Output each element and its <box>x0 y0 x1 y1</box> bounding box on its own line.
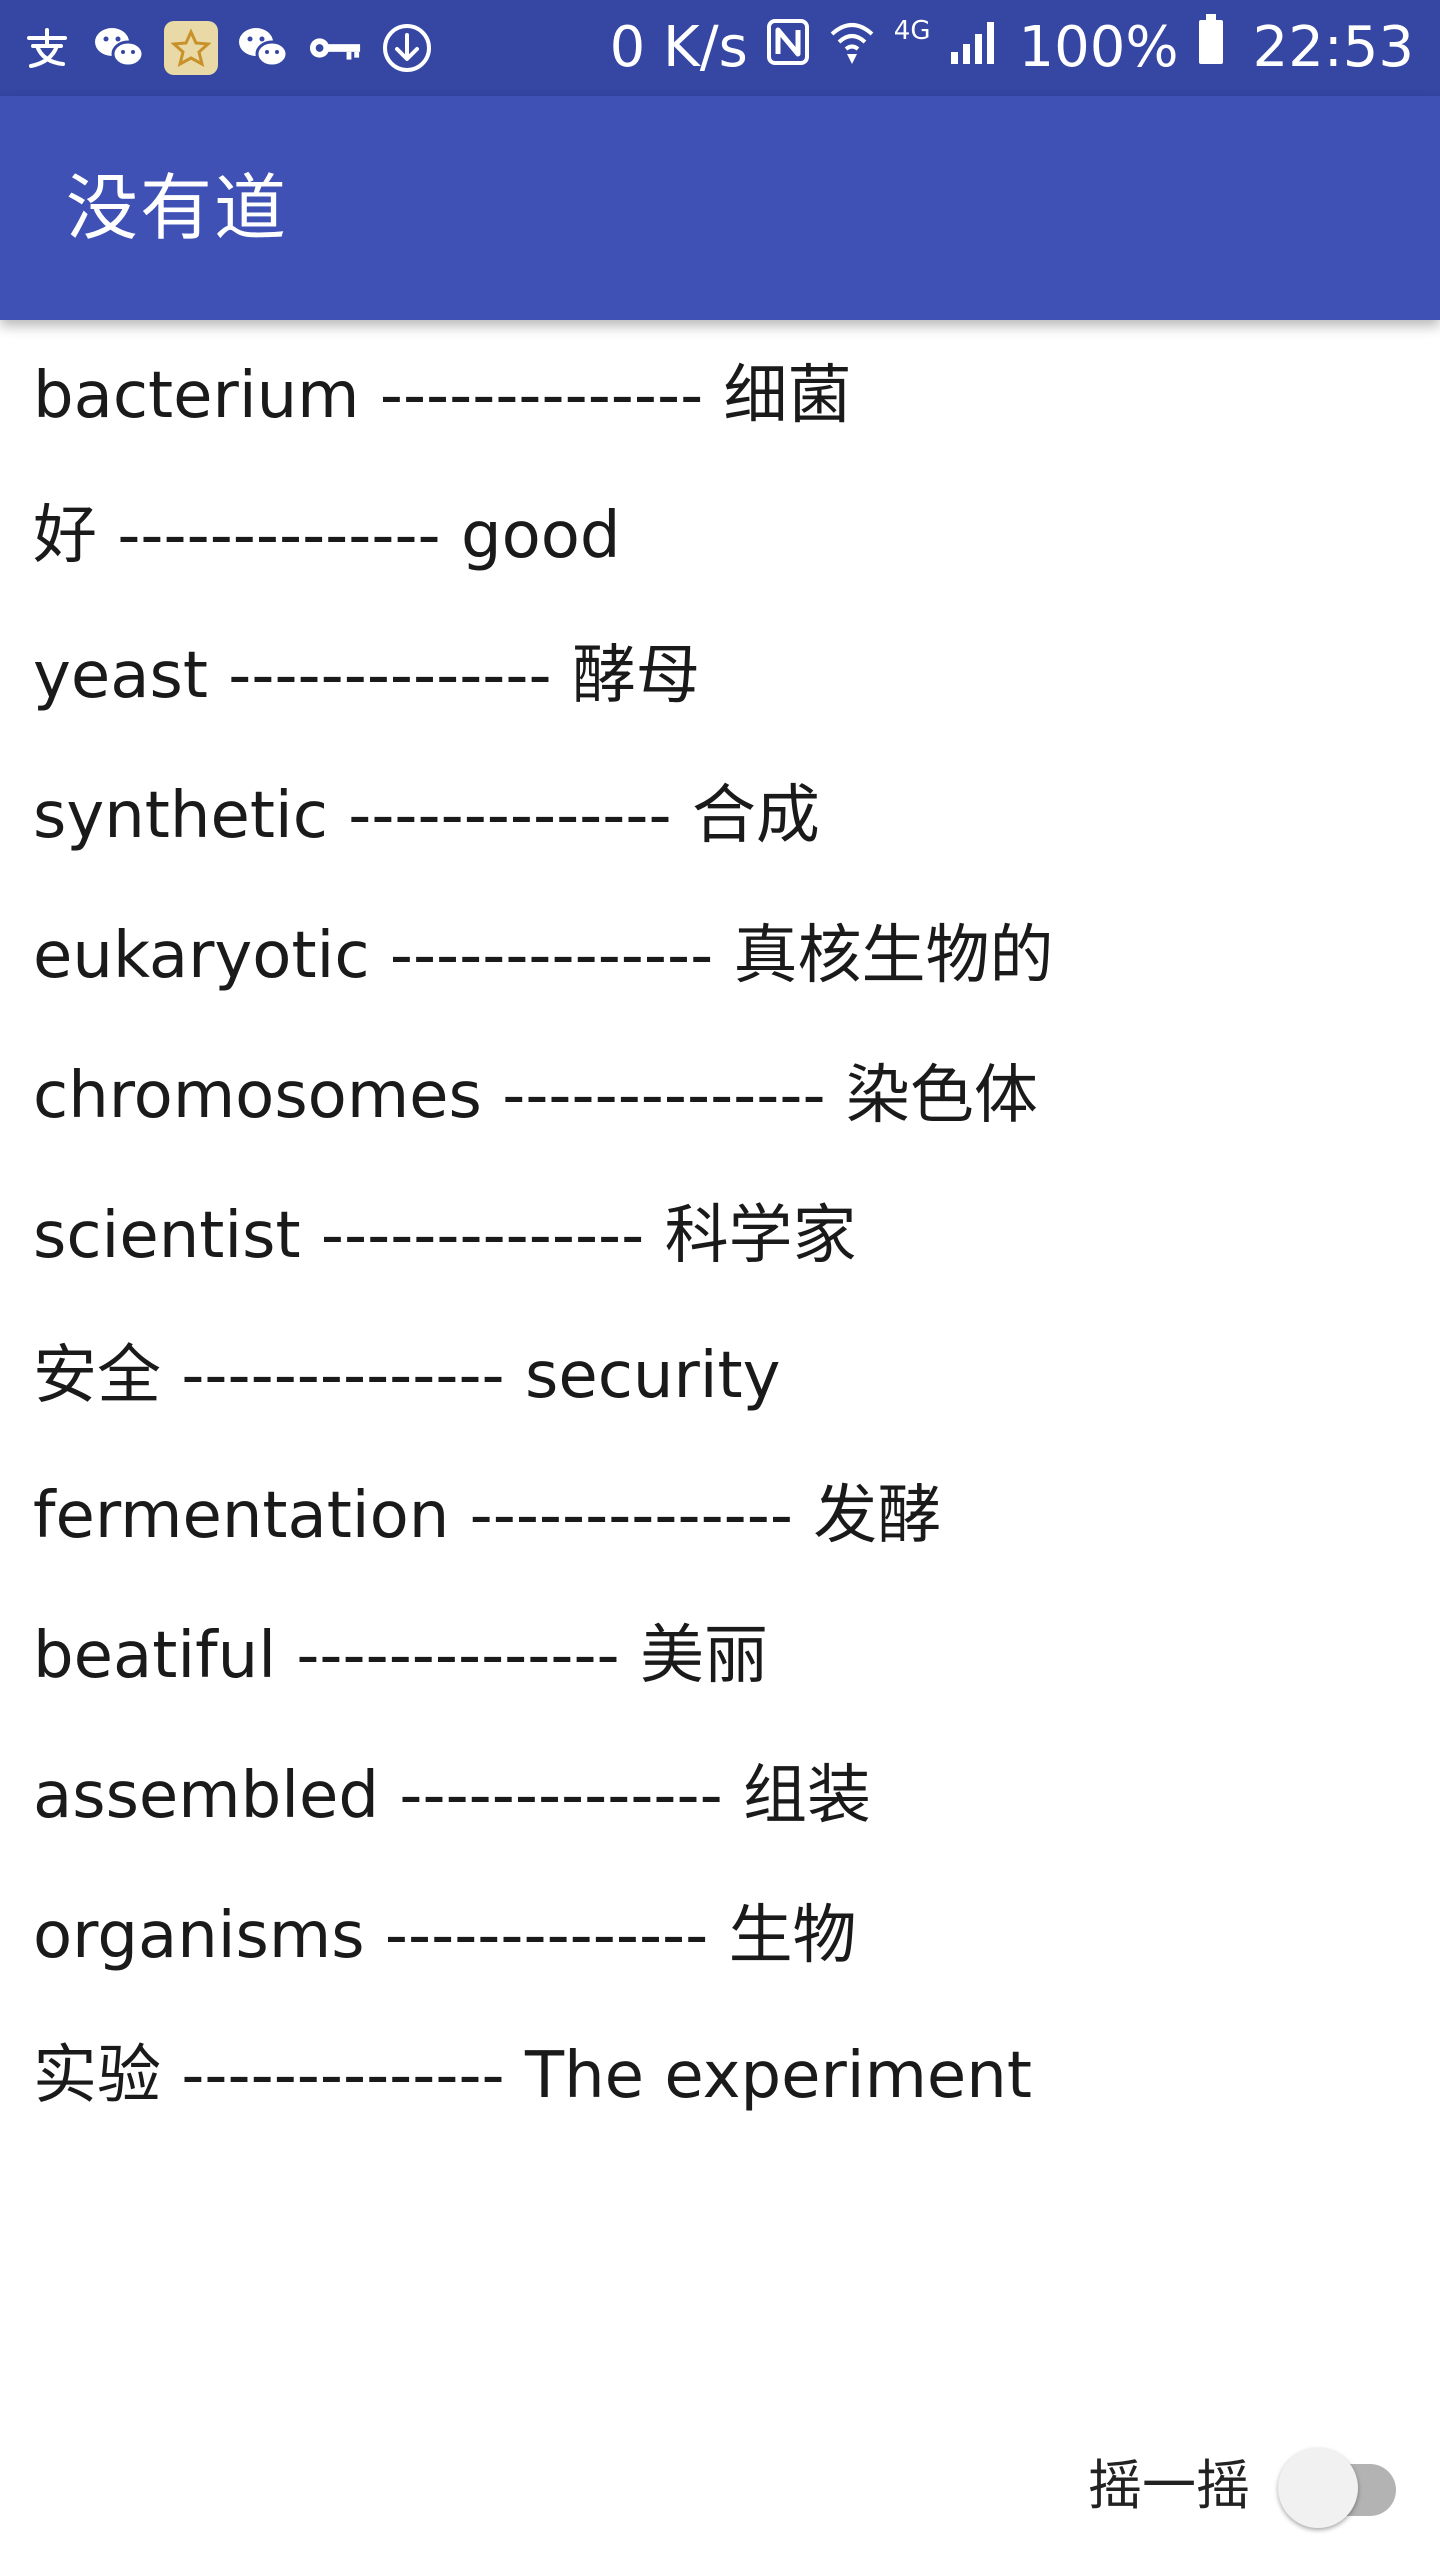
word-pair-text: 安全 -------------- security <box>33 1339 781 1413</box>
word-pair-text: fermentation -------------- 发酵 <box>33 1479 942 1553</box>
list-item[interactable]: 安全 -------------- security <box>0 1300 1440 1440</box>
wechat-icon <box>92 21 146 75</box>
clock: 22:53 <box>1252 15 1414 80</box>
word-list: bacterium -------------- 细菌 好 ----------… <box>0 320 1440 2140</box>
word-pair-text: 好 -------------- good <box>33 499 621 573</box>
word-pair-text: chromosomes -------------- 染色体 <box>33 1059 1038 1133</box>
list-item[interactable]: organisms -------------- 生物 <box>0 1860 1440 2000</box>
system-status: 0 K/s 4G 100% 22:53 <box>610 0 1414 96</box>
word-pair-text: synthetic -------------- 合成 <box>33 779 820 853</box>
shake-label: 摇一摇 <box>1088 2453 1250 2517</box>
word-pair-text: bacterium -------------- 细菌 <box>33 359 852 433</box>
wechat-icon <box>236 21 290 75</box>
switch-thumb[interactable] <box>1278 2448 1358 2528</box>
list-item[interactable]: beatiful -------------- 美丽 <box>0 1580 1440 1720</box>
status-bar: 0 K/s 4G 100% 22:53 <box>0 0 1440 96</box>
battery-percent: 100% <box>1018 15 1179 80</box>
list-item[interactable]: yeast -------------- 酵母 <box>0 600 1440 740</box>
word-pair-text: scientist -------------- 科学家 <box>33 1199 857 1273</box>
list-item[interactable]: 好 -------------- good <box>0 460 1440 600</box>
app-bar: 没有道 <box>0 96 1440 320</box>
word-pair-text: 实验 -------------- The experiment <box>33 2039 1032 2113</box>
signal-icon <box>949 0 1001 96</box>
list-item[interactable]: chromosomes -------------- 染色体 <box>0 1020 1440 1160</box>
word-pair-text: assembled -------------- 组装 <box>33 1759 872 1833</box>
download-icon <box>380 21 434 75</box>
word-pair-text: organisms -------------- 生物 <box>33 1899 857 1973</box>
list-item[interactable]: synthetic -------------- 合成 <box>0 740 1440 880</box>
wifi-icon <box>828 0 876 96</box>
key-icon <box>308 21 362 75</box>
list-item[interactable]: assembled -------------- 组装 <box>0 1720 1440 1860</box>
list-item[interactable]: scientist -------------- 科学家 <box>0 1160 1440 1300</box>
word-pair-text: beatiful -------------- 美丽 <box>33 1619 768 1693</box>
shake-switch[interactable] <box>1270 2440 1400 2528</box>
list-item[interactable]: eukaryotic -------------- 真核生物的 <box>0 880 1440 1020</box>
notification-icons <box>20 0 434 96</box>
list-item[interactable]: 实验 -------------- The experiment <box>0 2000 1440 2140</box>
network-speed: 0 K/s <box>609 15 748 80</box>
star-badge-icon <box>164 21 218 75</box>
battery-icon <box>1197 0 1225 96</box>
word-pair-text: eukaryotic -------------- 真核生物的 <box>33 919 1054 993</box>
nfc-icon <box>766 0 810 96</box>
list-item[interactable]: fermentation -------------- 发酵 <box>0 1440 1440 1580</box>
list-item[interactable]: bacterium -------------- 细菌 <box>0 320 1440 460</box>
app-title: 没有道 <box>66 166 289 250</box>
alipay-icon <box>20 21 74 75</box>
shake-toggle-row: 摇一摇 <box>1088 2420 1400 2540</box>
network-type: 4G <box>893 16 931 46</box>
word-pair-text: yeast -------------- 酵母 <box>33 639 700 713</box>
